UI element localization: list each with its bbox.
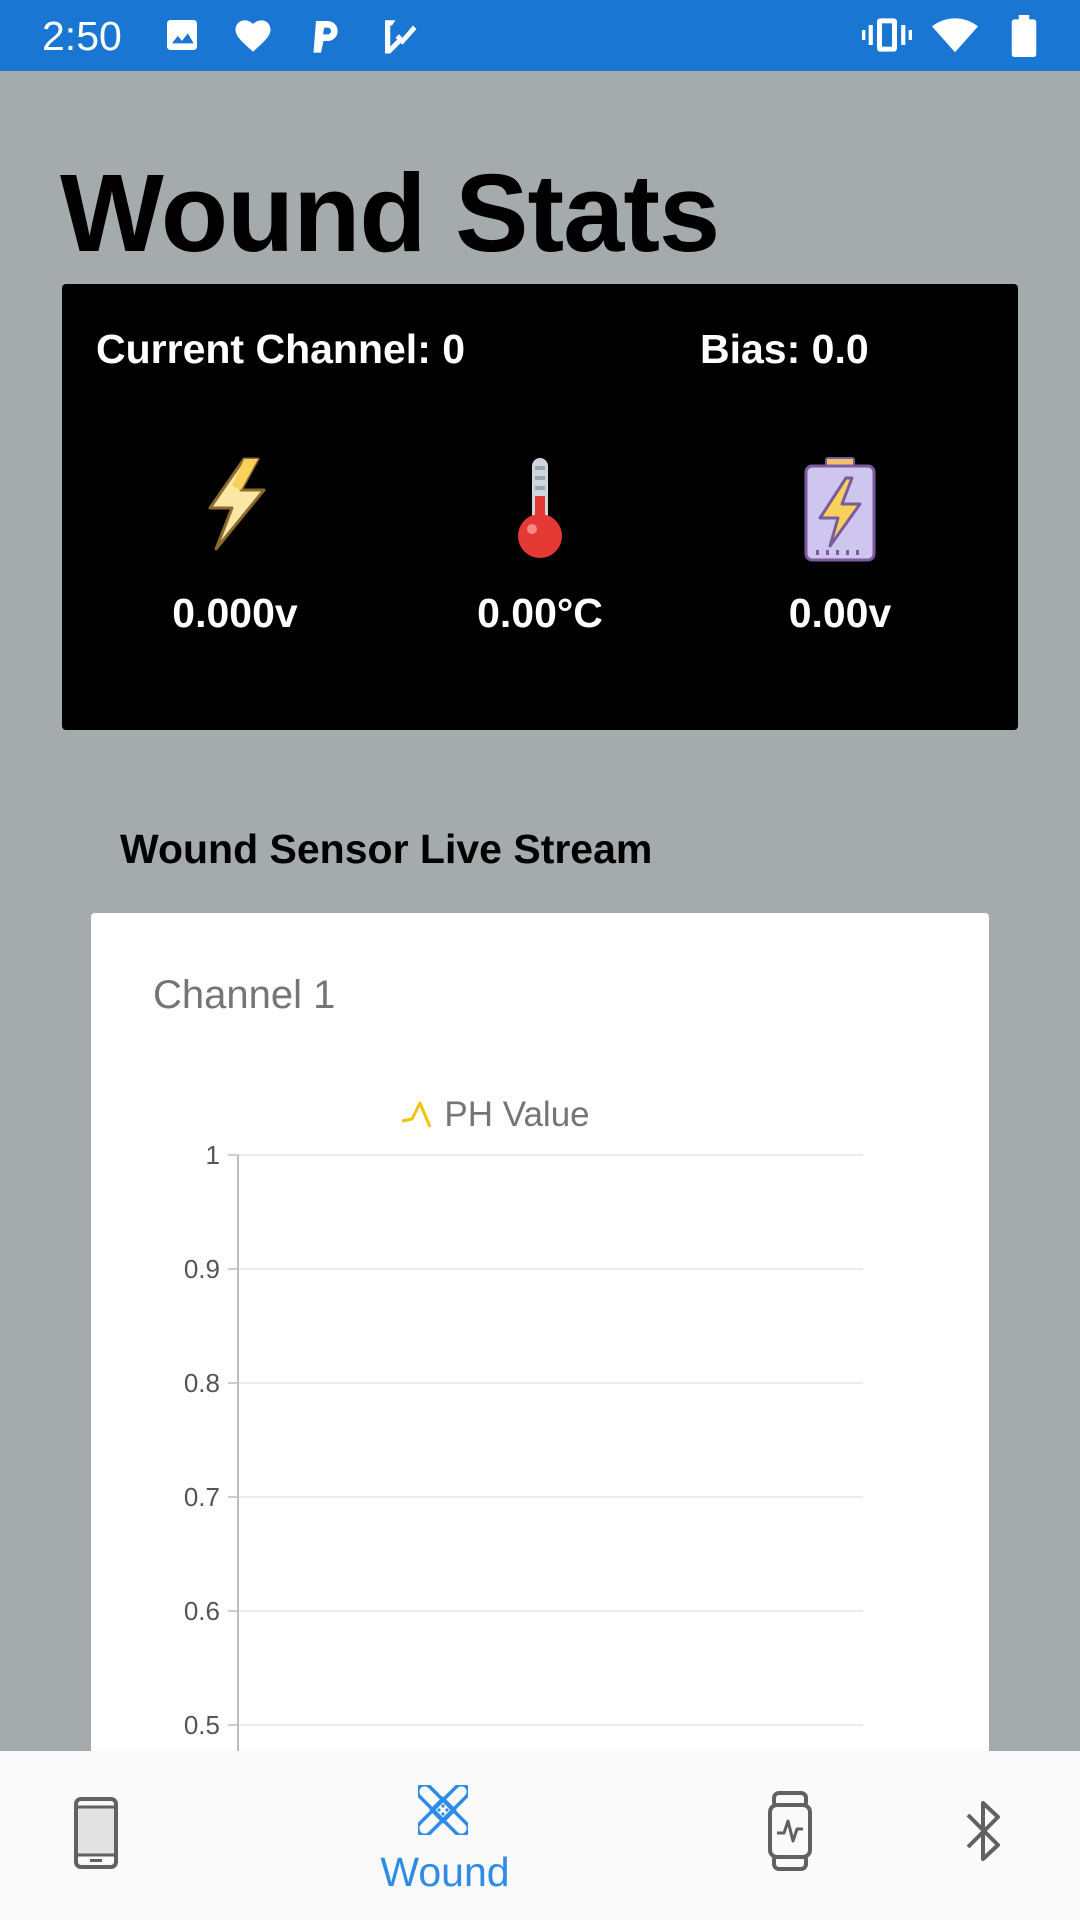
y-tick-label: 0.5 (184, 1710, 220, 1740)
current-channel-label: Current Channel: 0 (96, 326, 466, 372)
bluetooth-icon[interactable] (962, 1795, 1006, 1867)
thermometer-icon (518, 458, 562, 558)
heart-icon (235, 20, 271, 52)
bottom-nav: Wound (0, 1751, 1080, 1920)
status-time: 2:50 (42, 13, 122, 59)
y-tick-label: 0.7 (184, 1482, 220, 1512)
bias-label: Bias: 0.0 (700, 326, 869, 372)
checkbox-icon (385, 20, 417, 54)
lightning-icon (208, 457, 266, 551)
wifi-icon (932, 18, 978, 53)
status-bar: 2:50 (0, 0, 1080, 71)
nav-label-wound: Wound (380, 1849, 510, 1895)
image-icon (167, 20, 197, 50)
y-tick-label: 1 (206, 1140, 220, 1170)
vibrate-icon (862, 18, 912, 52)
stats-card: Current Channel: 0 Bias: 0.0 0.000v 0.00… (62, 284, 1018, 730)
temperature-value: 0.00°C (477, 590, 603, 636)
battery-charging-icon (804, 457, 876, 562)
bandage-icon (418, 1785, 468, 1835)
y-tick-label: 0.8 (184, 1368, 220, 1398)
battery-value: 0.00v (788, 590, 892, 636)
voltage-value: 0.000v (172, 590, 298, 636)
battery-icon (1011, 15, 1037, 57)
y-tick-label: 0.9 (184, 1254, 220, 1284)
smartwatch-icon[interactable] (768, 1791, 812, 1871)
live-stream-title: Wound Sensor Live Stream (120, 826, 653, 872)
y-tick-label: 0.6 (184, 1596, 220, 1626)
nav-item-wound[interactable]: Wound (0, 1751, 1080, 1920)
page-title: Wound Stats (60, 152, 720, 275)
p-icon (313, 21, 338, 53)
